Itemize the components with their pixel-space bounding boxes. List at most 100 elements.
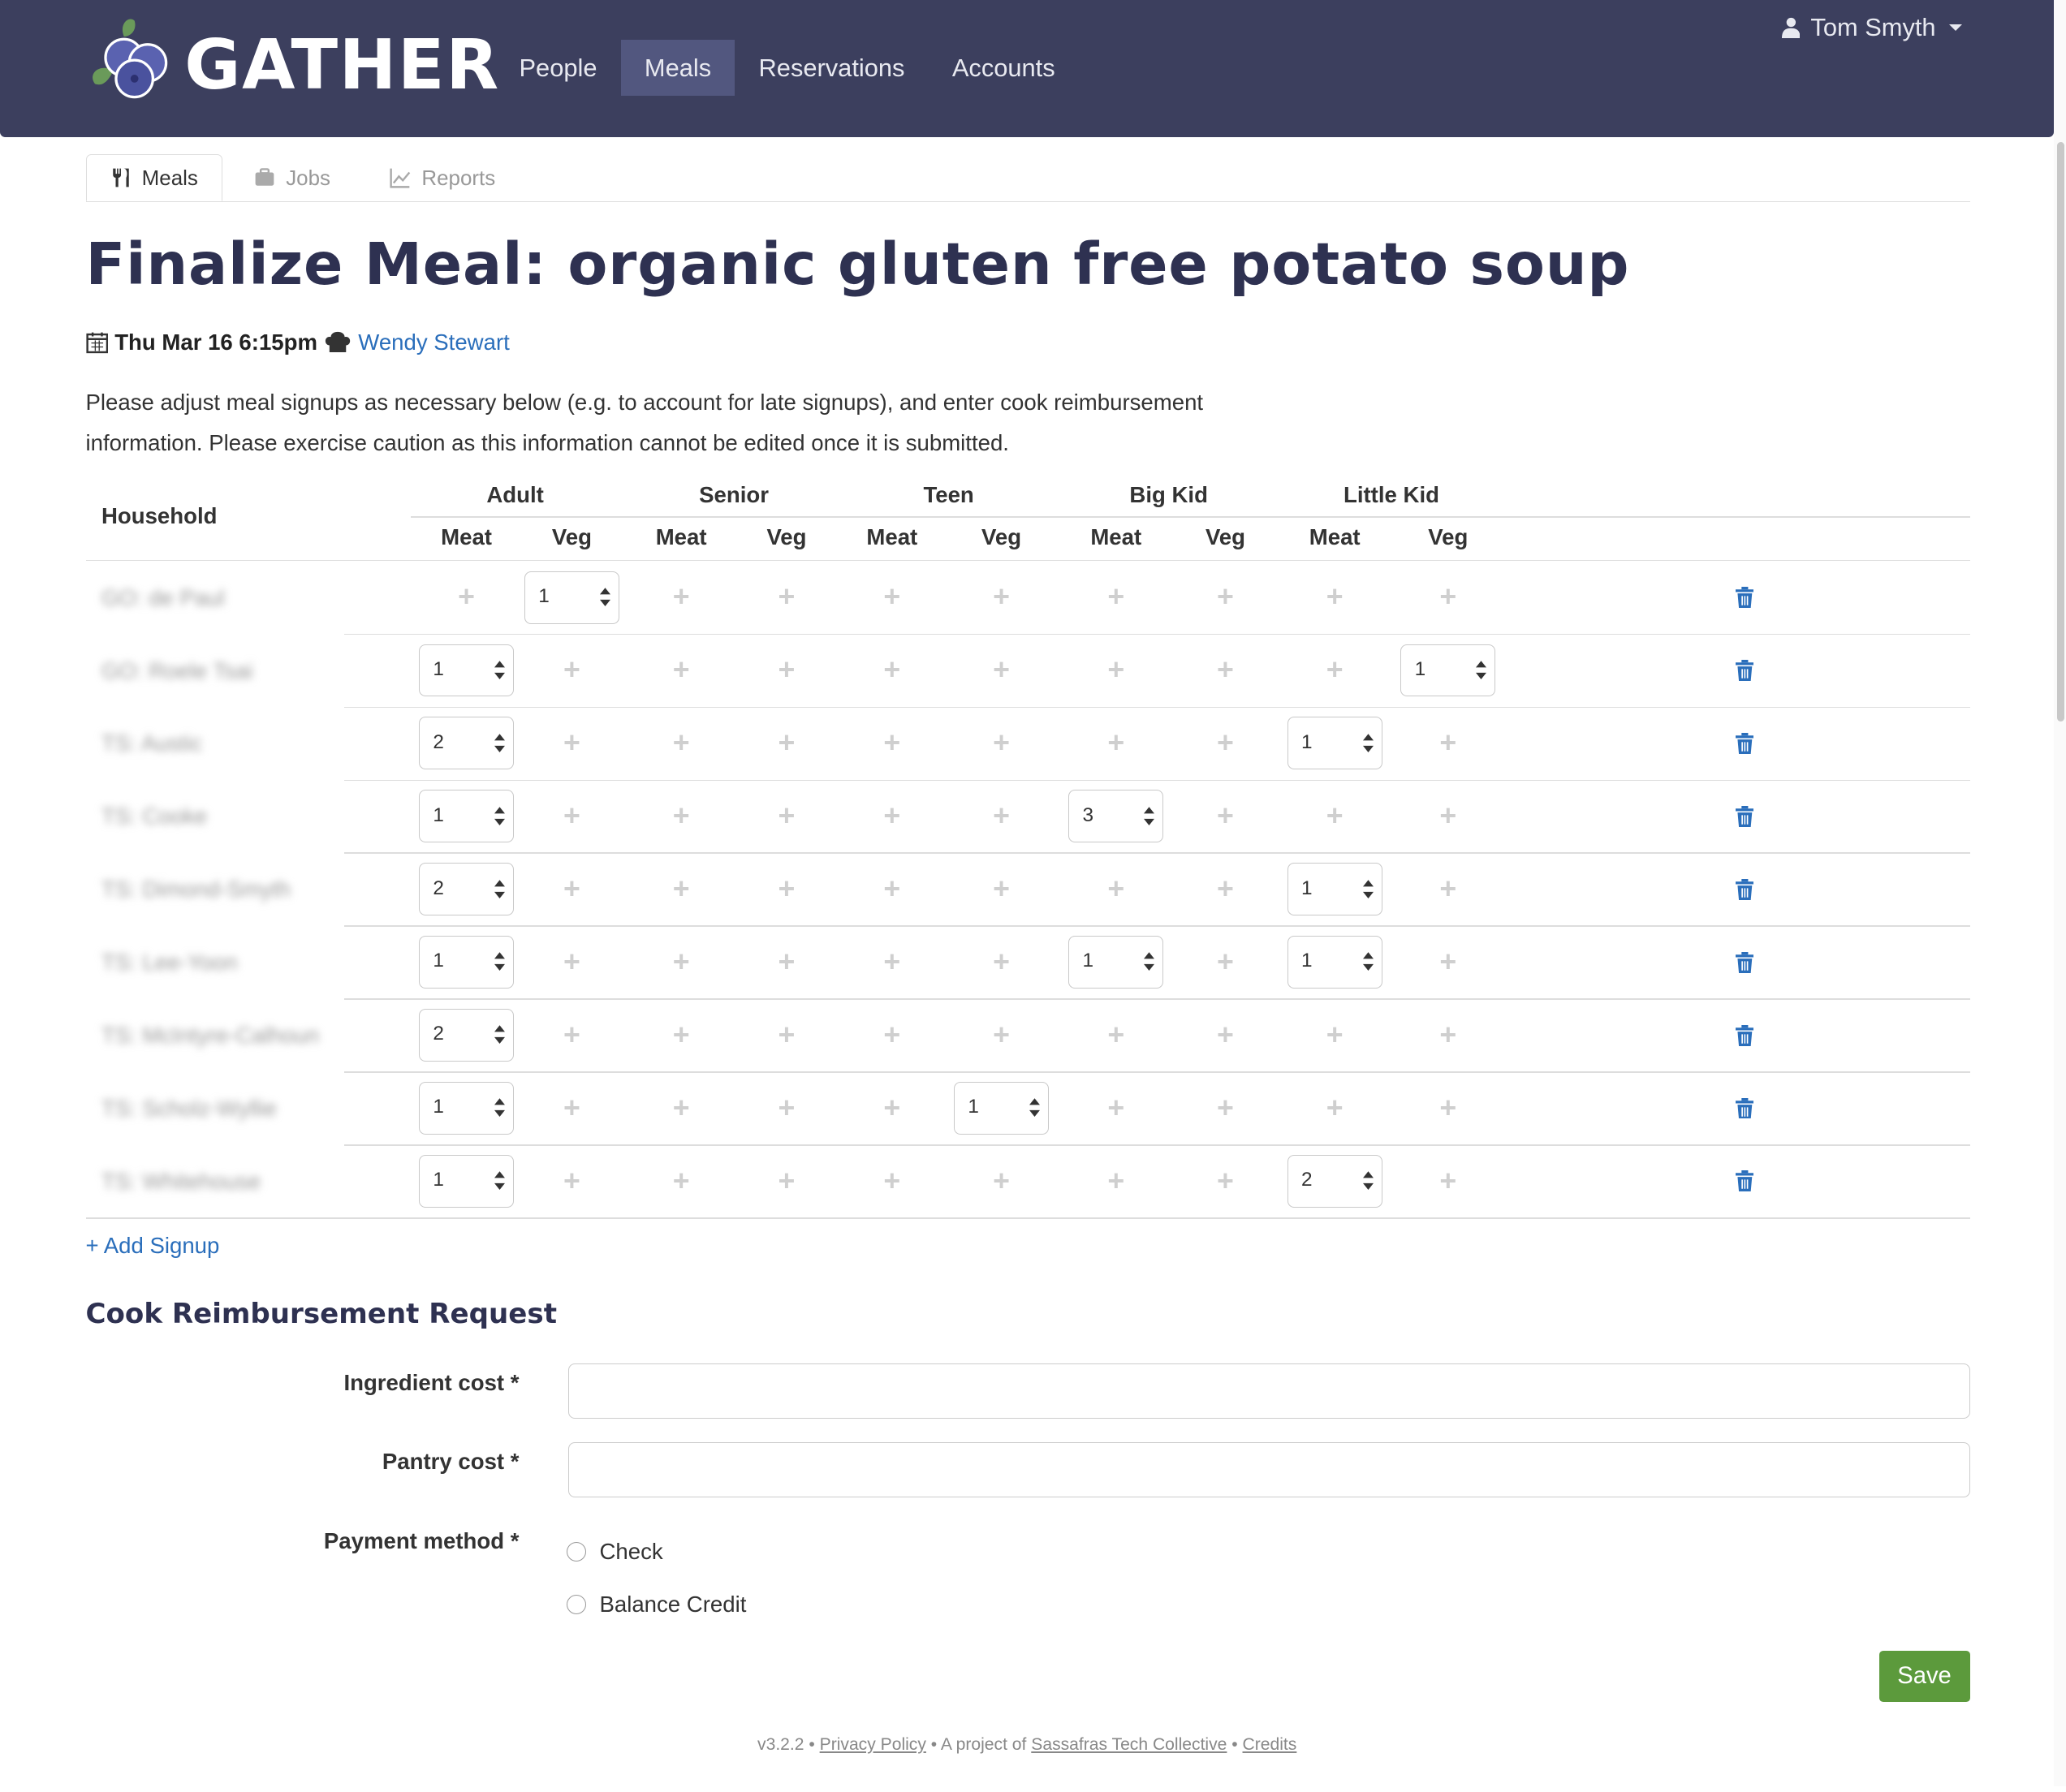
add-count-plus-icon[interactable]: + bbox=[563, 1093, 580, 1123]
quantity-stepper[interactable]: 2 bbox=[419, 1009, 514, 1062]
spinner-arrows-icon[interactable] bbox=[1362, 877, 1374, 901]
add-count-plus-icon[interactable]: + bbox=[779, 947, 796, 977]
trash-icon[interactable] bbox=[1725, 634, 1765, 706]
add-count-plus-icon[interactable]: + bbox=[779, 582, 796, 612]
add-count-plus-icon[interactable]: + bbox=[1439, 728, 1456, 758]
spinner-arrows-icon[interactable] bbox=[494, 877, 506, 901]
add-count-plus-icon[interactable]: + bbox=[779, 1166, 796, 1196]
privacy-policy-link[interactable]: Privacy Policy bbox=[820, 1735, 926, 1754]
add-count-plus-icon[interactable]: + bbox=[563, 1020, 580, 1050]
add-count-plus-icon[interactable]: + bbox=[1217, 582, 1234, 612]
add-count-plus-icon[interactable]: + bbox=[1107, 1093, 1124, 1123]
add-signup-link[interactable]: + Add Signup bbox=[86, 1233, 220, 1259]
add-count-plus-icon[interactable]: + bbox=[563, 801, 580, 831]
household-name[interactable]: TS: Whitehouse bbox=[101, 1169, 261, 1195]
add-count-plus-icon[interactable]: + bbox=[993, 728, 1010, 758]
add-count-plus-icon[interactable]: + bbox=[1217, 947, 1234, 977]
credits-link[interactable]: Credits bbox=[1243, 1735, 1297, 1754]
add-count-plus-icon[interactable]: + bbox=[779, 655, 796, 685]
add-count-plus-icon[interactable]: + bbox=[1326, 801, 1344, 831]
ingredient-cost-input[interactable] bbox=[567, 1363, 1970, 1419]
household-name[interactable]: TS: Lee-Yoon bbox=[101, 950, 238, 976]
add-count-plus-icon[interactable]: + bbox=[1326, 655, 1344, 685]
nav-item-people[interactable]: People bbox=[495, 40, 620, 97]
spinner-arrows-icon[interactable] bbox=[1362, 1169, 1374, 1192]
add-count-plus-icon[interactable]: + bbox=[1217, 1166, 1234, 1196]
add-count-plus-icon[interactable]: + bbox=[1217, 801, 1234, 831]
add-count-plus-icon[interactable]: + bbox=[993, 947, 1010, 977]
save-button[interactable]: Save bbox=[1878, 1650, 1970, 1703]
spinner-arrows-icon[interactable] bbox=[494, 1096, 506, 1119]
add-count-plus-icon[interactable]: + bbox=[1107, 874, 1124, 904]
add-count-plus-icon[interactable]: + bbox=[1326, 582, 1344, 612]
add-count-plus-icon[interactable]: + bbox=[673, 801, 690, 831]
spinner-arrows-icon[interactable] bbox=[494, 731, 506, 755]
quantity-stepper[interactable]: 1 bbox=[419, 790, 514, 843]
household-name[interactable]: GO: de Paul bbox=[101, 585, 225, 611]
spinner-arrows-icon[interactable] bbox=[494, 1023, 506, 1046]
page-scrollbar[interactable] bbox=[2054, 0, 2066, 1786]
spinner-arrows-icon[interactable] bbox=[494, 658, 506, 682]
trash-icon[interactable] bbox=[1725, 1072, 1765, 1144]
nav-item-reservations[interactable]: Reservations bbox=[735, 40, 928, 97]
add-count-plus-icon[interactable]: + bbox=[1326, 1093, 1344, 1123]
quantity-stepper[interactable]: 1 bbox=[524, 571, 619, 624]
nav-item-meals[interactable]: Meals bbox=[620, 39, 735, 97]
payment-option-check[interactable]: Check bbox=[566, 1539, 663, 1565]
add-count-plus-icon[interactable]: + bbox=[883, 655, 900, 685]
add-count-plus-icon[interactable]: + bbox=[1107, 582, 1124, 612]
add-count-plus-icon[interactable]: + bbox=[1217, 655, 1234, 685]
add-count-plus-icon[interactable]: + bbox=[1217, 1093, 1234, 1123]
add-count-plus-icon[interactable]: + bbox=[993, 1020, 1010, 1050]
add-count-plus-icon[interactable]: + bbox=[993, 801, 1010, 831]
add-count-plus-icon[interactable]: + bbox=[1217, 874, 1234, 904]
spinner-arrows-icon[interactable] bbox=[1029, 1096, 1041, 1119]
household-name[interactable]: TS: Dimond-Smyth bbox=[101, 877, 291, 902]
add-count-plus-icon[interactable]: + bbox=[673, 1093, 690, 1123]
quantity-stepper[interactable]: 2 bbox=[1287, 1154, 1382, 1208]
add-count-plus-icon[interactable]: + bbox=[993, 874, 1010, 904]
household-name[interactable]: TS: Scholz-Wyllie bbox=[101, 1096, 277, 1122]
add-count-plus-icon[interactable]: + bbox=[1326, 1020, 1344, 1050]
add-count-plus-icon[interactable]: + bbox=[883, 874, 900, 904]
payment-option-balance-credit[interactable]: Balance Credit bbox=[566, 1592, 746, 1618]
trash-icon[interactable] bbox=[1725, 1145, 1765, 1217]
spinner-arrows-icon[interactable] bbox=[1362, 950, 1374, 973]
quantity-stepper[interactable]: 1 bbox=[1287, 717, 1382, 770]
sassafras-link[interactable]: Sassafras Tech Collective bbox=[1031, 1735, 1227, 1754]
quantity-stepper[interactable]: 1 bbox=[419, 936, 514, 989]
pantry-cost-input[interactable] bbox=[567, 1442, 1970, 1498]
spinner-arrows-icon[interactable] bbox=[1476, 658, 1487, 682]
add-count-plus-icon[interactable]: + bbox=[1107, 728, 1124, 758]
household-name[interactable]: TS: Cooke bbox=[101, 803, 207, 829]
balance-credit-radio[interactable] bbox=[566, 1594, 587, 1614]
quantity-stepper[interactable]: 1 bbox=[419, 1082, 514, 1135]
add-count-plus-icon[interactable]: + bbox=[779, 801, 796, 831]
quantity-stepper[interactable]: 1 bbox=[1400, 644, 1496, 697]
add-count-plus-icon[interactable]: + bbox=[1217, 1020, 1234, 1050]
add-count-plus-icon[interactable]: + bbox=[883, 728, 900, 758]
add-count-plus-icon[interactable]: + bbox=[883, 582, 900, 612]
add-count-plus-icon[interactable]: + bbox=[673, 874, 690, 904]
add-count-plus-icon[interactable]: + bbox=[673, 655, 690, 685]
trash-icon[interactable] bbox=[1725, 780, 1765, 852]
add-count-plus-icon[interactable]: + bbox=[563, 655, 580, 685]
add-count-plus-icon[interactable]: + bbox=[883, 1020, 900, 1050]
spinner-arrows-icon[interactable] bbox=[494, 950, 506, 973]
add-count-plus-icon[interactable]: + bbox=[1439, 1166, 1456, 1196]
add-count-plus-icon[interactable]: + bbox=[673, 582, 690, 612]
add-count-plus-icon[interactable]: + bbox=[993, 1166, 1010, 1196]
add-count-plus-icon[interactable]: + bbox=[1439, 1020, 1456, 1050]
household-name[interactable]: TS: McIntyre-Calhoun bbox=[101, 1023, 319, 1049]
add-count-plus-icon[interactable]: + bbox=[883, 1093, 900, 1123]
household-name[interactable]: GO: Roele Tsai bbox=[101, 658, 253, 684]
quantity-stepper[interactable]: 2 bbox=[419, 717, 514, 770]
add-count-plus-icon[interactable]: + bbox=[993, 582, 1010, 612]
add-count-plus-icon[interactable]: + bbox=[563, 1166, 580, 1196]
cook-link[interactable]: Wendy Stewart bbox=[358, 330, 510, 355]
add-count-plus-icon[interactable]: + bbox=[993, 655, 1010, 685]
check-radio[interactable] bbox=[566, 1541, 587, 1562]
blueberry-logo-icon[interactable] bbox=[84, 15, 177, 100]
spinner-arrows-icon[interactable] bbox=[1144, 804, 1155, 828]
add-count-plus-icon[interactable]: + bbox=[1107, 1020, 1124, 1050]
